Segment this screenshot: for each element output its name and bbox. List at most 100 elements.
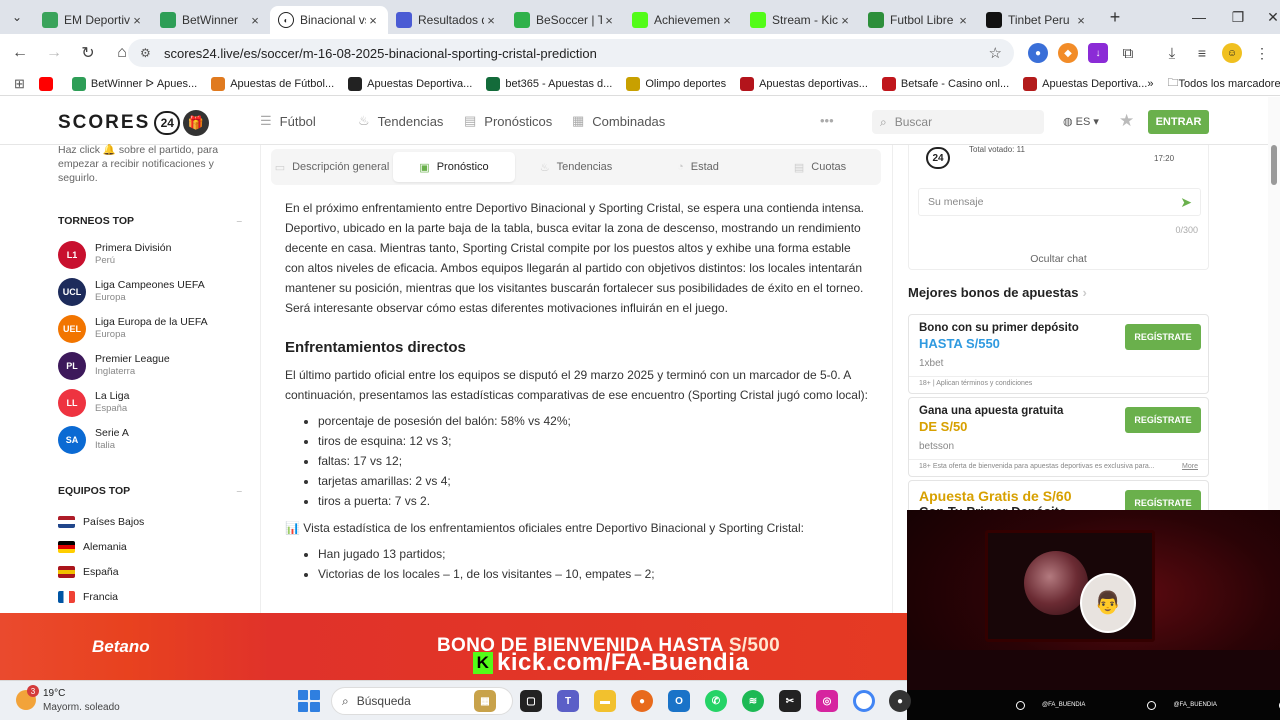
- tab-close-icon[interactable]: ×: [130, 13, 144, 28]
- team-item[interactable]: Alemania: [58, 534, 242, 559]
- bookmark-item[interactable]: BetWinner ᐅ Apues...: [71, 76, 197, 91]
- menu-icon[interactable]: ⋮: [1252, 43, 1272, 63]
- tournament-item[interactable]: PL Premier League Inglaterra: [58, 352, 242, 389]
- tournament-item[interactable]: UEL Liga Europa de la UEFA Europa: [58, 315, 242, 352]
- tab-close-icon[interactable]: ×: [248, 13, 262, 28]
- bookmark-item[interactable]: [38, 76, 58, 91]
- login-button[interactable]: ENTRAR: [1148, 110, 1209, 134]
- news-widget-icon[interactable]: ▦: [474, 690, 496, 712]
- url-field[interactable]: ⚙ scores24.live/es/soccer/m-16-08-2025-b…: [128, 39, 1014, 67]
- tab-close-icon[interactable]: ×: [366, 13, 380, 28]
- tournament-item[interactable]: SA Serie A Italia: [58, 426, 242, 463]
- forward-button[interactable]: →: [40, 39, 68, 67]
- tournament-item[interactable]: L1 Primera División Perú: [58, 241, 242, 278]
- browser-tab[interactable]: ◐ Binacional vs ×: [270, 6, 388, 34]
- windows-start-icon[interactable]: [298, 690, 320, 712]
- bookmark-item[interactable]: Olimpo deportes: [626, 76, 726, 91]
- bonus-section-title[interactable]: Mejores bonos de apuestas ›: [908, 285, 1087, 300]
- bookmark-star-icon[interactable]: ☆: [989, 44, 1002, 62]
- register-button[interactable]: REGÍSTRATE: [1125, 324, 1201, 350]
- firefox-icon[interactable]: ●: [631, 690, 653, 712]
- scores24-logo[interactable]: SCORES 24: [58, 111, 181, 135]
- task-view-icon[interactable]: ▢: [520, 690, 542, 712]
- apps-grid-icon[interactable]: ⊞: [14, 76, 25, 92]
- send-icon[interactable]: ➤: [1180, 194, 1192, 211]
- search-input[interactable]: ⌕ Buscar: [872, 110, 1044, 134]
- tab-close-icon[interactable]: ×: [720, 13, 734, 28]
- all-bookmarks-folder[interactable]: 🗀 Todos los marcadores: [1167, 74, 1280, 93]
- nav-pronosticos[interactable]: ▤ Pronósticos: [464, 113, 552, 129]
- capcut-icon[interactable]: ✂: [779, 690, 801, 712]
- browser-tab[interactable]: BeSoccer | To×: [506, 6, 624, 34]
- minimize-button[interactable]: —: [1180, 0, 1218, 34]
- browser-tab[interactable]: Tinbet Peru ×: [978, 6, 1096, 34]
- tournament-item[interactable]: LL La Liga España: [58, 389, 242, 426]
- tournament-item[interactable]: UCL Liga Campeones UEFA Europa: [58, 278, 242, 315]
- top-teams-header[interactable]: EQUIPOS TOP –: [58, 485, 242, 497]
- extension-icon-1[interactable]: ●: [1028, 43, 1048, 63]
- betano-banner[interactable]: Betano BONO DE BIENVENIDA HASTA S/500: [0, 613, 907, 680]
- tab-close-icon[interactable]: ×: [956, 13, 970, 28]
- browser-tab[interactable]: Resultados de×: [388, 6, 506, 34]
- bookmark-item[interactable]: Betsafe - Casino onl...: [881, 76, 1009, 91]
- bookmark-item[interactable]: Apuestas de Fútbol...: [211, 76, 334, 91]
- back-button[interactable]: ←: [6, 39, 34, 67]
- new-tab-button[interactable]: +: [1102, 4, 1128, 30]
- scroll-thumb[interactable]: [1271, 145, 1277, 185]
- nav-tendencias[interactable]: ♨ Tendencias: [358, 113, 443, 129]
- bookmark-item[interactable]: Apuestas deportivas...: [740, 76, 868, 91]
- chat-message-input[interactable]: Su mensaje ➤: [918, 188, 1201, 216]
- tab-close-icon[interactable]: ×: [1074, 13, 1088, 28]
- tab-close-icon[interactable]: ×: [484, 13, 498, 28]
- tab-odds[interactable]: ▤ Cuotas: [759, 152, 881, 182]
- outlook-icon[interactable]: O: [668, 690, 690, 712]
- language-selector[interactable]: ◍ ES ▾: [1063, 115, 1099, 128]
- media-icon[interactable]: ≡: [1192, 43, 1212, 63]
- team-item[interactable]: Francia: [58, 584, 242, 609]
- profile-avatar[interactable]: ☺: [1222, 43, 1242, 63]
- browser-tab[interactable]: BetWinner ×: [152, 6, 270, 34]
- obs-icon[interactable]: ●: [889, 690, 911, 712]
- tab-search-button[interactable]: ⌄: [0, 0, 34, 34]
- tab-close-icon[interactable]: ×: [602, 13, 616, 28]
- more-menu-button[interactable]: •••: [820, 113, 834, 128]
- top-tournaments-header[interactable]: TORNEOS TOP –: [58, 215, 242, 227]
- nav-futbol[interactable]: ☰ Fútbol: [260, 113, 316, 129]
- team-item[interactable]: España: [58, 559, 242, 584]
- tab-bet[interactable]: ▣ Pronóstico: [393, 152, 515, 182]
- browser-tab[interactable]: EM Deportivo ×: [34, 6, 152, 34]
- team-item[interactable]: Países Bajos: [58, 509, 242, 534]
- metamask-icon[interactable]: ◆: [1058, 43, 1078, 63]
- favorites-star-icon[interactable]: ★: [1119, 111, 1134, 131]
- tab-close-icon[interactable]: ×: [838, 13, 852, 28]
- nav-combinadas[interactable]: ▦ Combinadas: [572, 113, 665, 129]
- browser-tab[interactable]: Achievement ×: [624, 6, 742, 34]
- bookmark-item[interactable]: Apuestas Deportiva...: [1023, 76, 1147, 91]
- maximize-button[interactable]: ❐: [1219, 0, 1257, 34]
- extension-icon-3[interactable]: ↓: [1088, 43, 1108, 63]
- bookmark-item[interactable]: Apuestas Deportiva...: [348, 76, 472, 91]
- spotify-icon[interactable]: ≋: [742, 690, 764, 712]
- register-button[interactable]: REGÍSTRATE: [1125, 407, 1201, 433]
- instagram-icon[interactable]: ◎: [816, 690, 838, 712]
- site-info-icon[interactable]: ⚙: [140, 46, 156, 60]
- browser-tab[interactable]: Futbol Libre ×: [860, 6, 978, 34]
- tab-flame[interactable]: ♨ Tendencias: [515, 152, 637, 182]
- bookmarks-overflow-button[interactable]: »: [1147, 78, 1153, 90]
- browser-tab[interactable]: Stream - Kick ×: [742, 6, 860, 34]
- hide-chat-button[interactable]: Ocultar chat: [909, 253, 1208, 265]
- terms-more-link[interactable]: More: [1182, 463, 1198, 474]
- reload-button[interactable]: ↻: [74, 39, 102, 67]
- teams-icon[interactable]: T: [557, 690, 579, 712]
- bookmark-item[interactable]: bet365 - Apuestas d...: [486, 76, 612, 91]
- gift-icon[interactable]: 🎁: [183, 110, 209, 136]
- tab-overview[interactable]: ▭ Descripción general: [271, 152, 393, 182]
- extensions-puzzle-icon[interactable]: ⧉: [1118, 43, 1138, 63]
- chrome-icon[interactable]: [853, 690, 875, 712]
- file-explorer-icon[interactable]: ▬: [594, 690, 616, 712]
- download-icon[interactable]: ⤓: [1162, 43, 1182, 63]
- whatsapp-icon[interactable]: ✆: [705, 690, 727, 712]
- close-window-button[interactable]: ✕: [1254, 0, 1280, 34]
- weather-description[interactable]: Mayorm. soleado: [43, 702, 120, 713]
- tab-stats[interactable]: ◔ Estad: [637, 152, 759, 182]
